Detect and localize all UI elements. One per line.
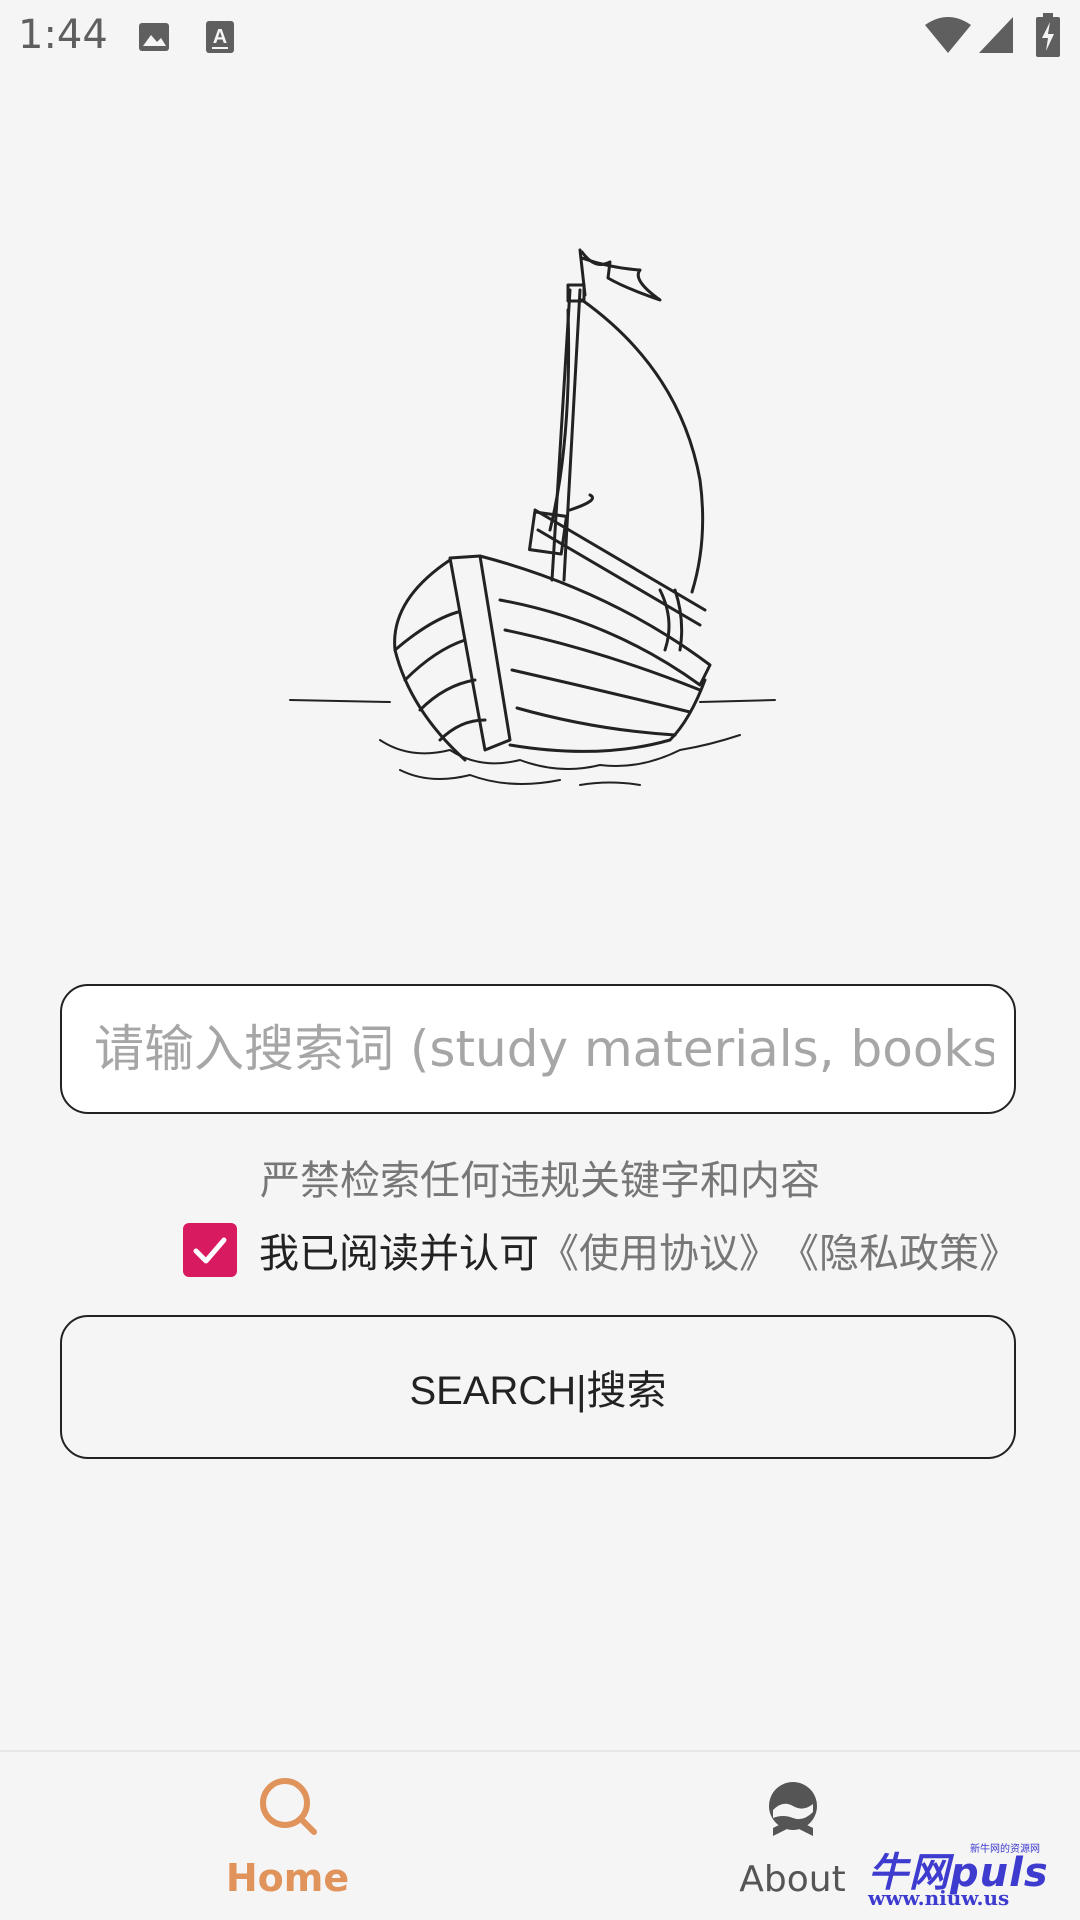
nav-item-home[interactable]: Home xyxy=(200,1752,375,1920)
watermark-logo: 牛网puls 新牛网的资源网 www.niuw.us xyxy=(868,1840,1068,1910)
check-icon xyxy=(193,1237,227,1264)
sailboat-illustration xyxy=(289,248,776,786)
battery-icon xyxy=(1036,13,1060,57)
search-field-container[interactable] xyxy=(60,984,1016,1114)
warning-text: 严禁检索任何违规关键字和内容 xyxy=(260,1158,820,1204)
status-time: 1:44 xyxy=(18,12,108,58)
privacy-link[interactable]: 《隐私政策》 xyxy=(779,1221,1019,1279)
nav-about-label: About xyxy=(739,1859,846,1900)
agreement-label: 我已阅读并认可 xyxy=(259,1231,539,1277)
nav-item-about[interactable]: About xyxy=(725,1752,860,1920)
agreement-row: 我已阅读并认可 《使用协议》 《隐私政策》 xyxy=(183,1222,1019,1278)
nav-home-label: Home xyxy=(225,1856,350,1900)
watermark-url: www.niuw.us xyxy=(868,1886,1010,1910)
screen: 1:44 A 请输入搜索词 (study materials, books, e… xyxy=(0,0,1080,1920)
terms-link[interactable]: 《使用协议》 xyxy=(539,1221,779,1279)
text-notification-icon: A xyxy=(206,21,234,53)
signal-icon xyxy=(979,17,1013,53)
svg-text:A: A xyxy=(213,26,227,48)
status-bar: 1:44 A xyxy=(0,0,1080,72)
search-icon xyxy=(260,1778,317,1835)
wifi-icon xyxy=(925,17,971,53)
search-button[interactable]: SEARCH|搜索 xyxy=(60,1315,1016,1459)
watermark-tagline: 新牛网的资源网 xyxy=(970,1844,1040,1855)
search-input[interactable] xyxy=(92,1019,996,1079)
image-notification-icon xyxy=(139,23,169,51)
agreement-checkbox[interactable] xyxy=(183,1223,237,1277)
about-icon xyxy=(769,1782,817,1836)
